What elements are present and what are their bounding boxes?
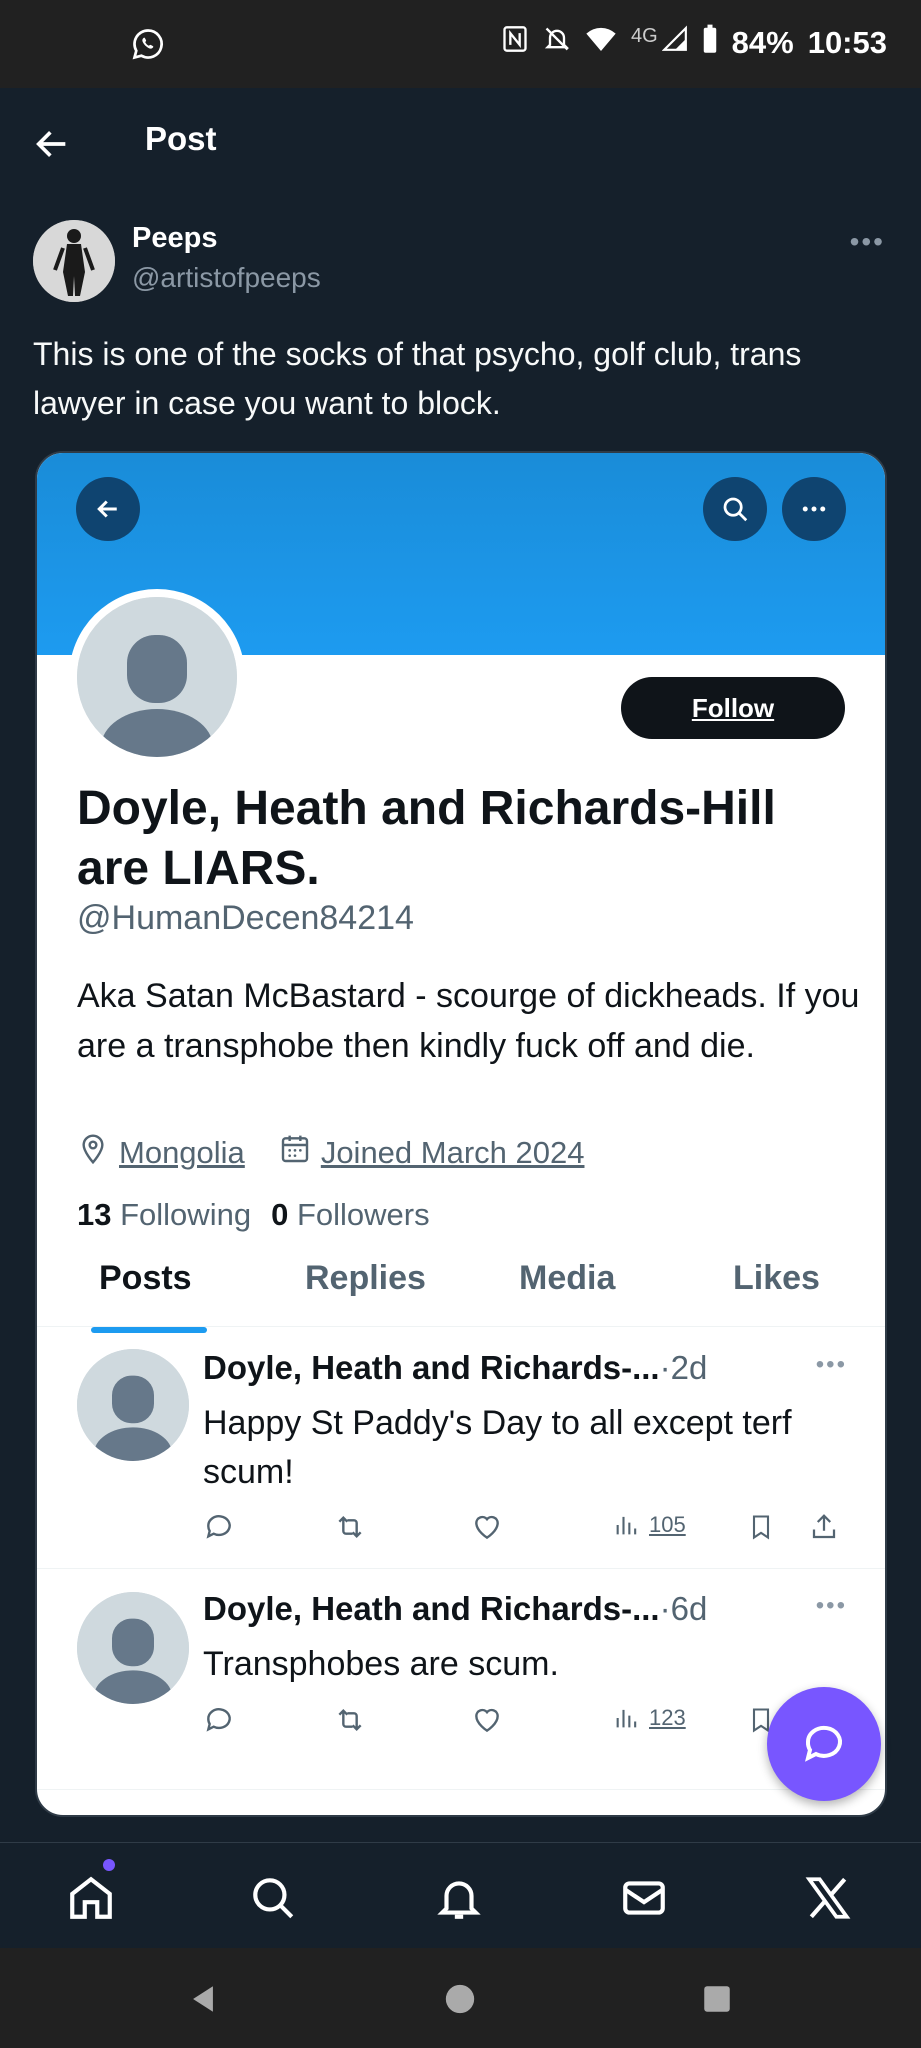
bottom-navigation: [0, 1842, 921, 1948]
chat-bubble-icon: [805, 1725, 842, 1762]
notifications-icon[interactable]: [434, 1873, 484, 1923]
profile-avatar: [69, 589, 245, 765]
system-recents-icon[interactable]: [700, 1982, 734, 2021]
profile-display-name: Doyle, Heath and Richards-Hill are LIARS…: [77, 782, 776, 895]
tab-replies: Replies: [305, 1259, 426, 1297]
messages-icon[interactable]: [619, 1873, 669, 1923]
more-options-icon[interactable]: •••: [850, 226, 885, 258]
post-avatar: [77, 1592, 189, 1704]
repost-icon: [333, 1704, 367, 1736]
profile-handle: @HumanDecen84214: [77, 899, 414, 937]
share-icon: [809, 1511, 839, 1543]
whatsapp-icon: [130, 26, 166, 67]
like-icon: [471, 1704, 503, 1736]
more-options-icon: [782, 477, 846, 541]
battery-level: 84%: [731, 25, 794, 60]
author-avatar[interactable]: [33, 220, 115, 302]
nfc-icon: [501, 24, 529, 62]
post-time: ·2d: [659, 1349, 708, 1386]
post-header: Post: [0, 88, 921, 198]
bookmark-icon: [747, 1511, 775, 1543]
post-actions: 123: [203, 1704, 843, 1744]
followers-stat: 0 Followers: [271, 1197, 430, 1232]
profile-tabs: Posts Replies Media Likes: [37, 1259, 885, 1333]
x-logo-icon[interactable]: [803, 1873, 853, 1923]
signal-icon: [661, 25, 688, 61]
profile-bio: Aka Satan McBastard - scourge of dickhea…: [77, 977, 860, 1065]
tab-posts: Posts: [99, 1259, 192, 1297]
search-icon[interactable]: [248, 1873, 298, 1923]
compose-button[interactable]: [767, 1687, 881, 1801]
system-back-icon[interactable]: [186, 1982, 220, 2021]
network-type: 4G: [630, 24, 658, 47]
views-stat: 105: [613, 1511, 686, 1539]
notification-dot: [103, 1859, 115, 1871]
author-handle[interactable]: @artistofpeeps: [132, 262, 321, 294]
system-navigation-bar: [0, 1948, 921, 2048]
back-arrow-icon: [76, 477, 140, 541]
profile-joined-date: Joined March 2024: [320, 1135, 585, 1170]
post-time: ·6d: [659, 1590, 708, 1627]
search-icon: [703, 477, 767, 541]
system-home-icon[interactable]: [443, 1982, 477, 2021]
mute-icon: [543, 24, 571, 62]
post-author-name: Doyle, Heath and Richards-...·2d: [203, 1349, 708, 1386]
repost-icon: [333, 1511, 367, 1543]
tab-likes: Likes: [733, 1259, 820, 1297]
post-body: Transphobes are scum.: [203, 1645, 559, 1683]
location-pin-icon: [77, 1133, 109, 1173]
views-icon: [616, 1709, 637, 1728]
wifi-icon: [585, 25, 617, 61]
tab-media: Media: [519, 1259, 616, 1297]
post-author-name: Doyle, Heath and Richards-...·6d: [203, 1590, 708, 1627]
reply-icon: [203, 1511, 235, 1543]
embedded-profile-screenshot[interactable]: Follow Doyle, Heath and Richards-Hill ar…: [35, 451, 887, 1817]
clock: 10:53: [807, 25, 887, 60]
profile-location: Mongolia: [119, 1135, 245, 1170]
views-icon: [616, 1516, 637, 1535]
follow-button: Follow: [621, 677, 845, 739]
post-actions: 105: [203, 1511, 843, 1551]
more-options-icon: •••: [815, 1592, 847, 1619]
like-icon: [471, 1511, 503, 1543]
views-stat: 123: [613, 1704, 686, 1732]
following-stat: 13 Following: [77, 1197, 252, 1232]
post-avatar: [77, 1349, 189, 1461]
reply-icon: [203, 1704, 235, 1736]
calendar-icon: [279, 1133, 311, 1173]
profile-meta: Mongolia Joined March 2024: [77, 1133, 584, 1173]
home-icon[interactable]: [66, 1873, 116, 1923]
timeline-post: Doyle, Heath and Richards-...·2d ••• Hap…: [37, 1329, 885, 1569]
post-body: Happy St Paddy's Day to all except terf …: [203, 1404, 792, 1491]
status-bar: 4G 84% 10:53: [0, 0, 921, 88]
page-title: Post: [145, 120, 217, 157]
post-text: This is one of the socks of that psycho,…: [33, 336, 802, 421]
author-name[interactable]: Peeps: [132, 222, 217, 255]
more-options-icon: •••: [815, 1351, 847, 1378]
back-arrow-icon[interactable]: [32, 124, 72, 164]
timeline-post: Doyle, Heath and Richards-...·6d ••• Tra…: [37, 1570, 885, 1790]
profile-stats: 13 Following 0 Followers: [77, 1197, 430, 1233]
battery-icon: [702, 24, 718, 62]
